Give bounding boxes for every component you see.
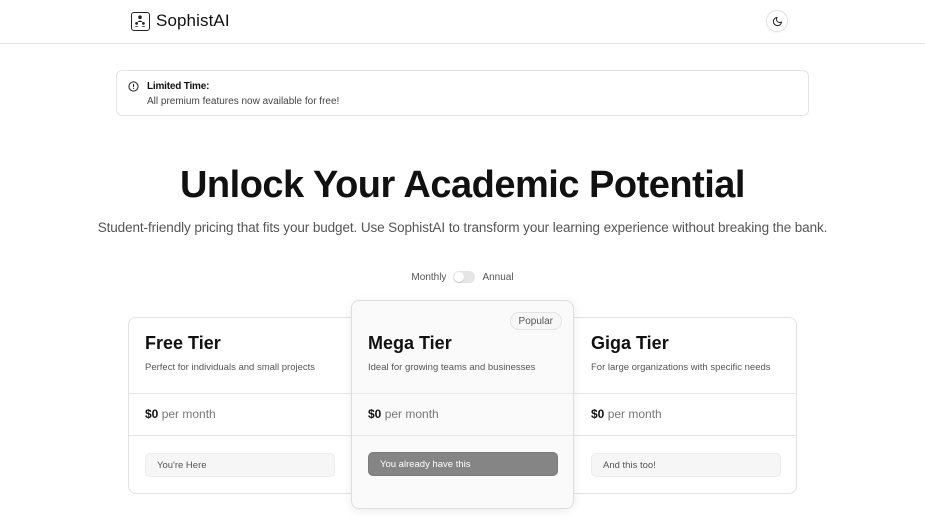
tier-price: $0 per month [145, 407, 216, 421]
brand-logo[interactable]: SophistAI [131, 11, 230, 31]
popular-badge: Popular [509, 312, 562, 330]
tier-description: Ideal for growing teams and businesses [368, 362, 536, 373]
current-plan-button[interactable]: You're Here [145, 453, 335, 477]
alert-title: Limited Time: [147, 81, 210, 92]
switch-knob [454, 272, 465, 282]
billing-switch[interactable] [453, 271, 476, 283]
billing-period-toggle: Monthly Annual [0, 271, 925, 283]
top-navbar: SophistAI [0, 0, 925, 44]
giga-plan-button[interactable]: And this too! [591, 453, 781, 477]
page-subtitle: Student-friendly pricing that fits your … [97, 220, 828, 235]
tier-description: For large organizations with specific ne… [591, 362, 771, 373]
mega-plan-button[interactable]: You already have this [368, 452, 558, 476]
row-divider [352, 393, 573, 394]
moon-icon [772, 16, 782, 26]
tier-price: $0 per month [591, 407, 662, 421]
billing-monthly-label[interactable]: Monthly [411, 272, 446, 283]
pricing-card-giga: Giga Tier For large organizations with s… [575, 318, 797, 493]
clock-icon [128, 81, 139, 92]
page-title: Unlock Your Academic Potential [179, 164, 746, 206]
pricing-card-mega: Popular Mega Tier Ideal for growing team… [351, 300, 574, 509]
alert-description: All premium features now available for f… [147, 96, 340, 107]
people-hierarchy-icon [131, 11, 150, 31]
tier-name: Giga Tier [591, 333, 669, 353]
pricing-card-free: Free Tier Perfect for individuals and sm… [129, 318, 351, 493]
brand-name: SophistAI [156, 11, 230, 30]
tier-description: Perfect for individuals and small projec… [145, 362, 316, 373]
promo-alert: Limited Time: All premium features now a… [116, 70, 809, 116]
tier-name: Mega Tier [368, 333, 452, 353]
row-divider [352, 435, 573, 436]
tier-price: $0 per month [368, 407, 439, 421]
theme-toggle-button[interactable] [766, 10, 788, 32]
tier-name: Free Tier [145, 333, 221, 353]
billing-annual-label[interactable]: Annual [482, 272, 513, 283]
